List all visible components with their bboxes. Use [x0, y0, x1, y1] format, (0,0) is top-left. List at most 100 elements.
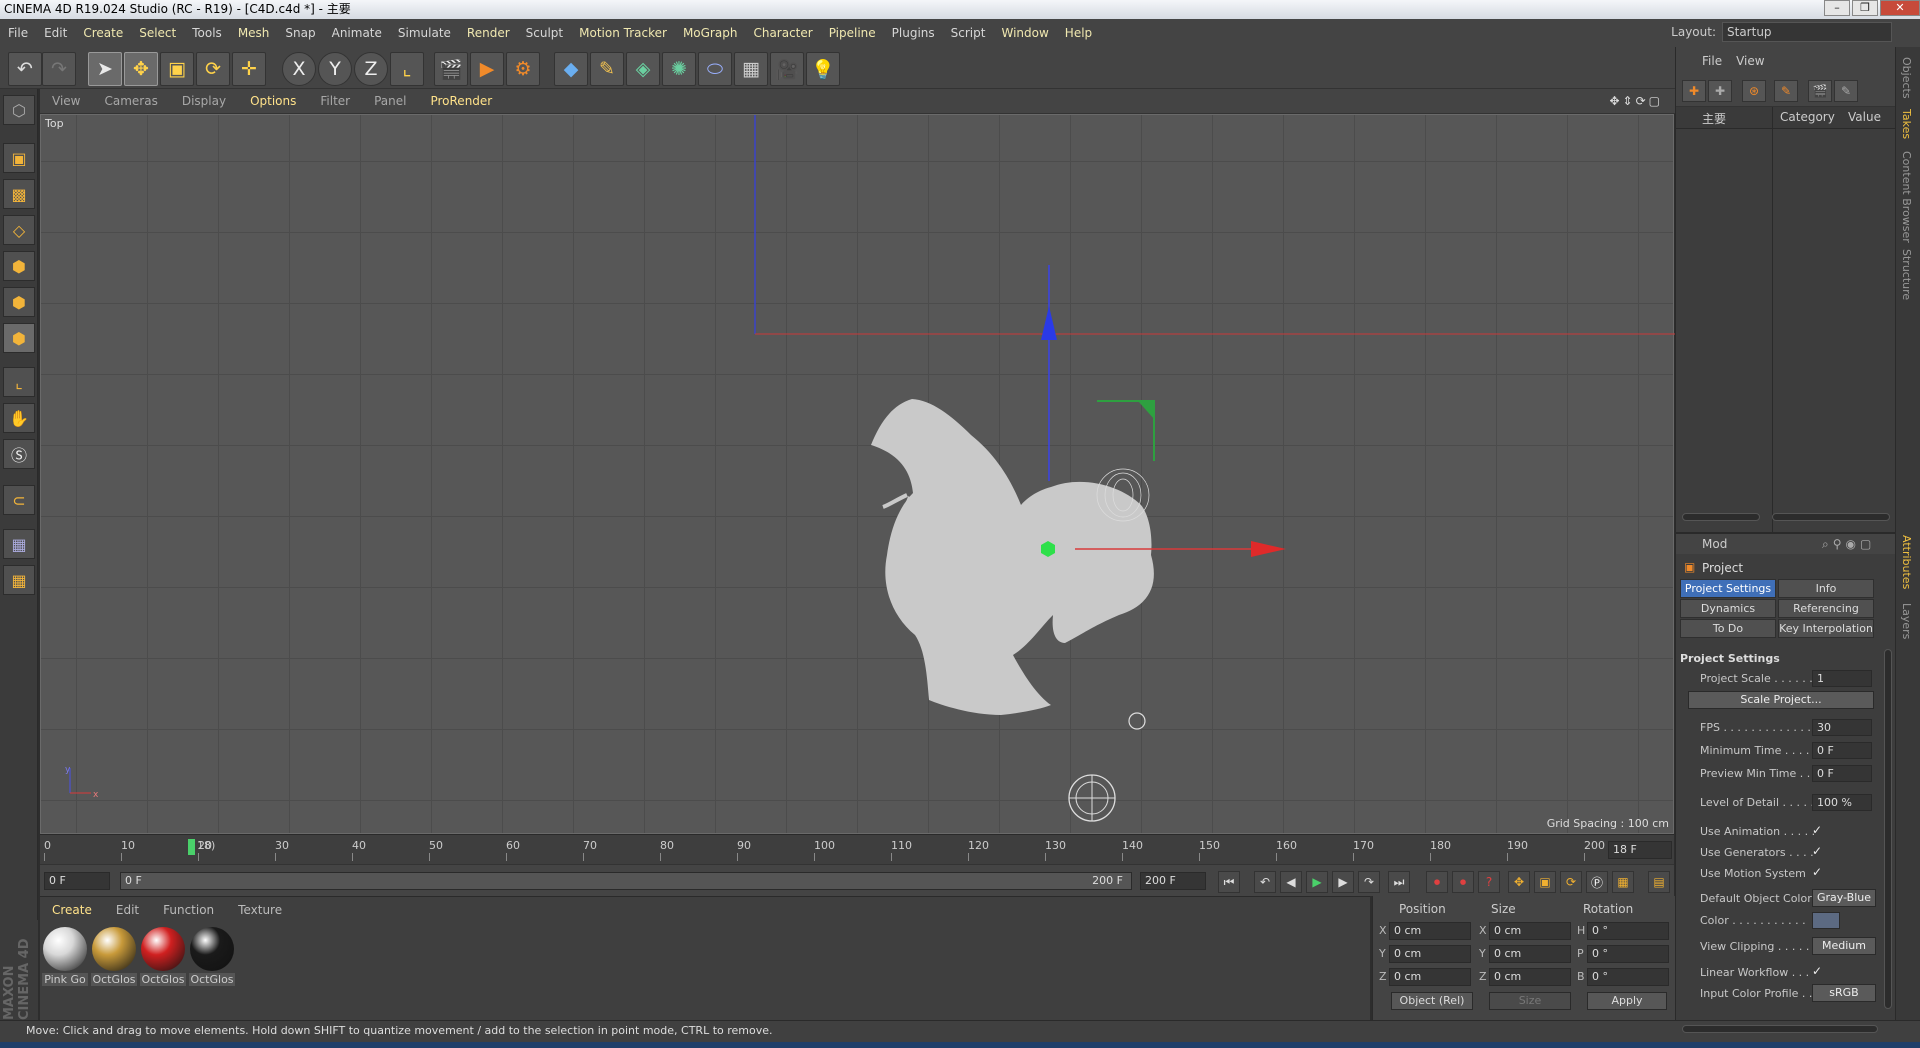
close-button[interactable]: ✕: [1880, 0, 1920, 16]
viewport-menu-panel[interactable]: Panel: [362, 94, 418, 108]
attribute-value-field[interactable]: 1: [1812, 670, 1872, 687]
viewport-top[interactable]: Top y x Grid Spacing : 100 cm: [40, 114, 1675, 834]
light-icon[interactable]: 💡: [806, 52, 840, 86]
key-pla-icon[interactable]: ▦: [1612, 871, 1634, 893]
render-picture-viewer-icon[interactable]: ▶: [470, 52, 504, 86]
workplane-lock-icon[interactable]: ▦: [3, 529, 35, 559]
menu-snap[interactable]: Snap: [277, 26, 323, 40]
rotation-field[interactable]: 0 °: [1587, 945, 1669, 963]
menu-tools[interactable]: Tools: [184, 26, 230, 40]
rotation-field[interactable]: 0 °: [1587, 968, 1669, 986]
solo-mode-icon[interactable]: Ⓢ: [3, 439, 35, 469]
move-icon[interactable]: ✥: [124, 52, 158, 86]
axis-mode-icon[interactable]: ⌞: [3, 367, 35, 397]
menu-render[interactable]: Render: [459, 26, 518, 40]
tab-referencing[interactable]: Referencing: [1778, 599, 1874, 618]
rotation-field[interactable]: 0 °: [1587, 922, 1669, 940]
object-menu-view[interactable]: View: [1736, 54, 1764, 68]
transform-icon[interactable]: ✛: [232, 52, 266, 86]
menu-window[interactable]: Window: [993, 26, 1056, 40]
take-clone-icon[interactable]: ✚: [1708, 80, 1732, 102]
take-scrollbar-left[interactable]: [1682, 513, 1760, 521]
material-menu-function[interactable]: Function: [151, 903, 226, 917]
timeline-ruler[interactable]: 18) 18 F 0 10 20 30 40 50 60 70 80 90 100 110 120 130…: [40, 834, 1674, 864]
attribute-checkbox[interactable]: ✓: [1812, 844, 1822, 858]
keyframe-selection-icon[interactable]: ?: [1478, 871, 1500, 893]
preview-range-slider[interactable]: 0 F 200 F: [120, 872, 1132, 890]
attribute-value-field[interactable]: 30: [1812, 719, 1872, 736]
previous-frame-icon[interactable]: ◀: [1280, 871, 1302, 893]
take-scrollbar-right[interactable]: [1772, 513, 1890, 521]
attribute-value-field[interactable]: 100 %: [1812, 794, 1872, 811]
viewport-nav-icons[interactable]: ✥⇕⟳▢: [1597, 94, 1675, 108]
attribute-dropdown[interactable]: sRGB: [1812, 984, 1876, 1002]
subdivision-icon[interactable]: ◈: [626, 52, 660, 86]
attributes-hscroll[interactable]: [1682, 1025, 1878, 1033]
take-render-all-icon[interactable]: ✎: [1834, 80, 1858, 102]
attributes-scrollbar[interactable]: [1884, 649, 1892, 1009]
attributes-nav-icons[interactable]: ⌕⚲◉▢: [1822, 537, 1875, 552]
viewport-menu-options[interactable]: Options: [238, 94, 308, 108]
material-swatch[interactable]: OctGlos: [189, 927, 235, 989]
material-swatch[interactable]: OctGlos: [91, 927, 137, 989]
key-rotation-icon[interactable]: ⟳: [1560, 871, 1582, 893]
x-axis-lock-icon[interactable]: X: [282, 52, 316, 86]
take-auto-icon[interactable]: ⊛: [1742, 80, 1766, 102]
attributes-mode-menu[interactable]: Mod: [1702, 537, 1727, 551]
play-forward-icon[interactable]: ▶: [1306, 871, 1328, 893]
apply-button[interactable]: Apply: [1587, 992, 1667, 1010]
workplane-mode-icon[interactable]: ◇: [3, 215, 35, 245]
current-frame-field[interactable]: 18 F: [1608, 841, 1672, 859]
maximize-button[interactable]: ❐: [1852, 0, 1878, 16]
next-key-icon[interactable]: ↷: [1358, 871, 1380, 893]
deformer-icon[interactable]: ⬭: [698, 52, 732, 86]
menu-script[interactable]: Script: [943, 26, 994, 40]
tab-info[interactable]: Info: [1778, 579, 1874, 598]
position-field[interactable]: 0 cm: [1389, 968, 1471, 986]
viewport-menu-prorender[interactable]: ProRender: [418, 94, 504, 108]
key-scale-icon[interactable]: ▣: [1534, 871, 1556, 893]
side-tab-content-browser[interactable]: Content Browser: [1900, 151, 1913, 243]
floor-icon[interactable]: ▦: [734, 52, 768, 86]
start-frame-field[interactable]: 0 F: [44, 872, 110, 890]
undo-icon[interactable]: ↶: [8, 52, 42, 86]
pen-spline-icon[interactable]: ✎: [590, 52, 624, 86]
next-frame-icon[interactable]: ▶: [1332, 871, 1354, 893]
menu-file[interactable]: File: [0, 26, 36, 40]
size-field[interactable]: 0 cm: [1489, 945, 1571, 963]
timeline-window-icon[interactable]: ▤: [1648, 871, 1670, 893]
position-field[interactable]: 0 cm: [1389, 945, 1471, 963]
attribute-checkbox[interactable]: ✓: [1812, 964, 1822, 978]
make-editable-icon[interactable]: ⬡: [3, 95, 35, 125]
side-tab-takes[interactable]: Takes: [1900, 109, 1913, 139]
render-settings-icon[interactable]: ⚙: [506, 52, 540, 86]
rotate-icon[interactable]: ⟳: [196, 52, 230, 86]
playhead-marker[interactable]: [188, 839, 195, 855]
record-active-icon[interactable]: ⏺: [1426, 871, 1448, 893]
scale-project-button[interactable]: Scale Project...: [1688, 691, 1874, 709]
y-axis-lock-icon[interactable]: Y: [318, 52, 352, 86]
size-field[interactable]: 0 cm: [1489, 968, 1571, 986]
menu-edit[interactable]: Edit: [36, 26, 75, 40]
menu-mesh[interactable]: Mesh: [230, 26, 278, 40]
coordinate-system-icon[interactable]: ⌞: [390, 52, 424, 86]
layout-dropdown[interactable]: Startup: [1722, 22, 1892, 42]
viewport-menu-display[interactable]: Display: [170, 94, 238, 108]
key-position-icon[interactable]: ✥: [1508, 871, 1530, 893]
menu-help[interactable]: Help: [1057, 26, 1100, 40]
go-to-end-icon[interactable]: ⏭: [1388, 871, 1410, 893]
side-tab-structure[interactable]: Structure: [1900, 249, 1913, 300]
menu-animate[interactable]: Animate: [324, 26, 390, 40]
cube-icon[interactable]: ◆: [554, 52, 588, 86]
render-view-icon[interactable]: 🎬: [434, 52, 468, 86]
material-swatch[interactable]: Pink Go: [42, 927, 88, 989]
material-menu-edit[interactable]: Edit: [104, 903, 151, 917]
menu-motion-tracker[interactable]: Motion Tracker: [571, 26, 675, 40]
model-mode-icon[interactable]: ▣: [3, 143, 35, 173]
select-arrow-icon[interactable]: ➤: [88, 52, 122, 86]
minimize-button[interactable]: –: [1824, 0, 1850, 16]
texture-mode-icon[interactable]: ▩: [3, 179, 35, 209]
menu-plugins[interactable]: Plugins: [884, 26, 943, 40]
attribute-checkbox[interactable]: ✓: [1812, 865, 1822, 879]
menu-pipeline[interactable]: Pipeline: [821, 26, 884, 40]
